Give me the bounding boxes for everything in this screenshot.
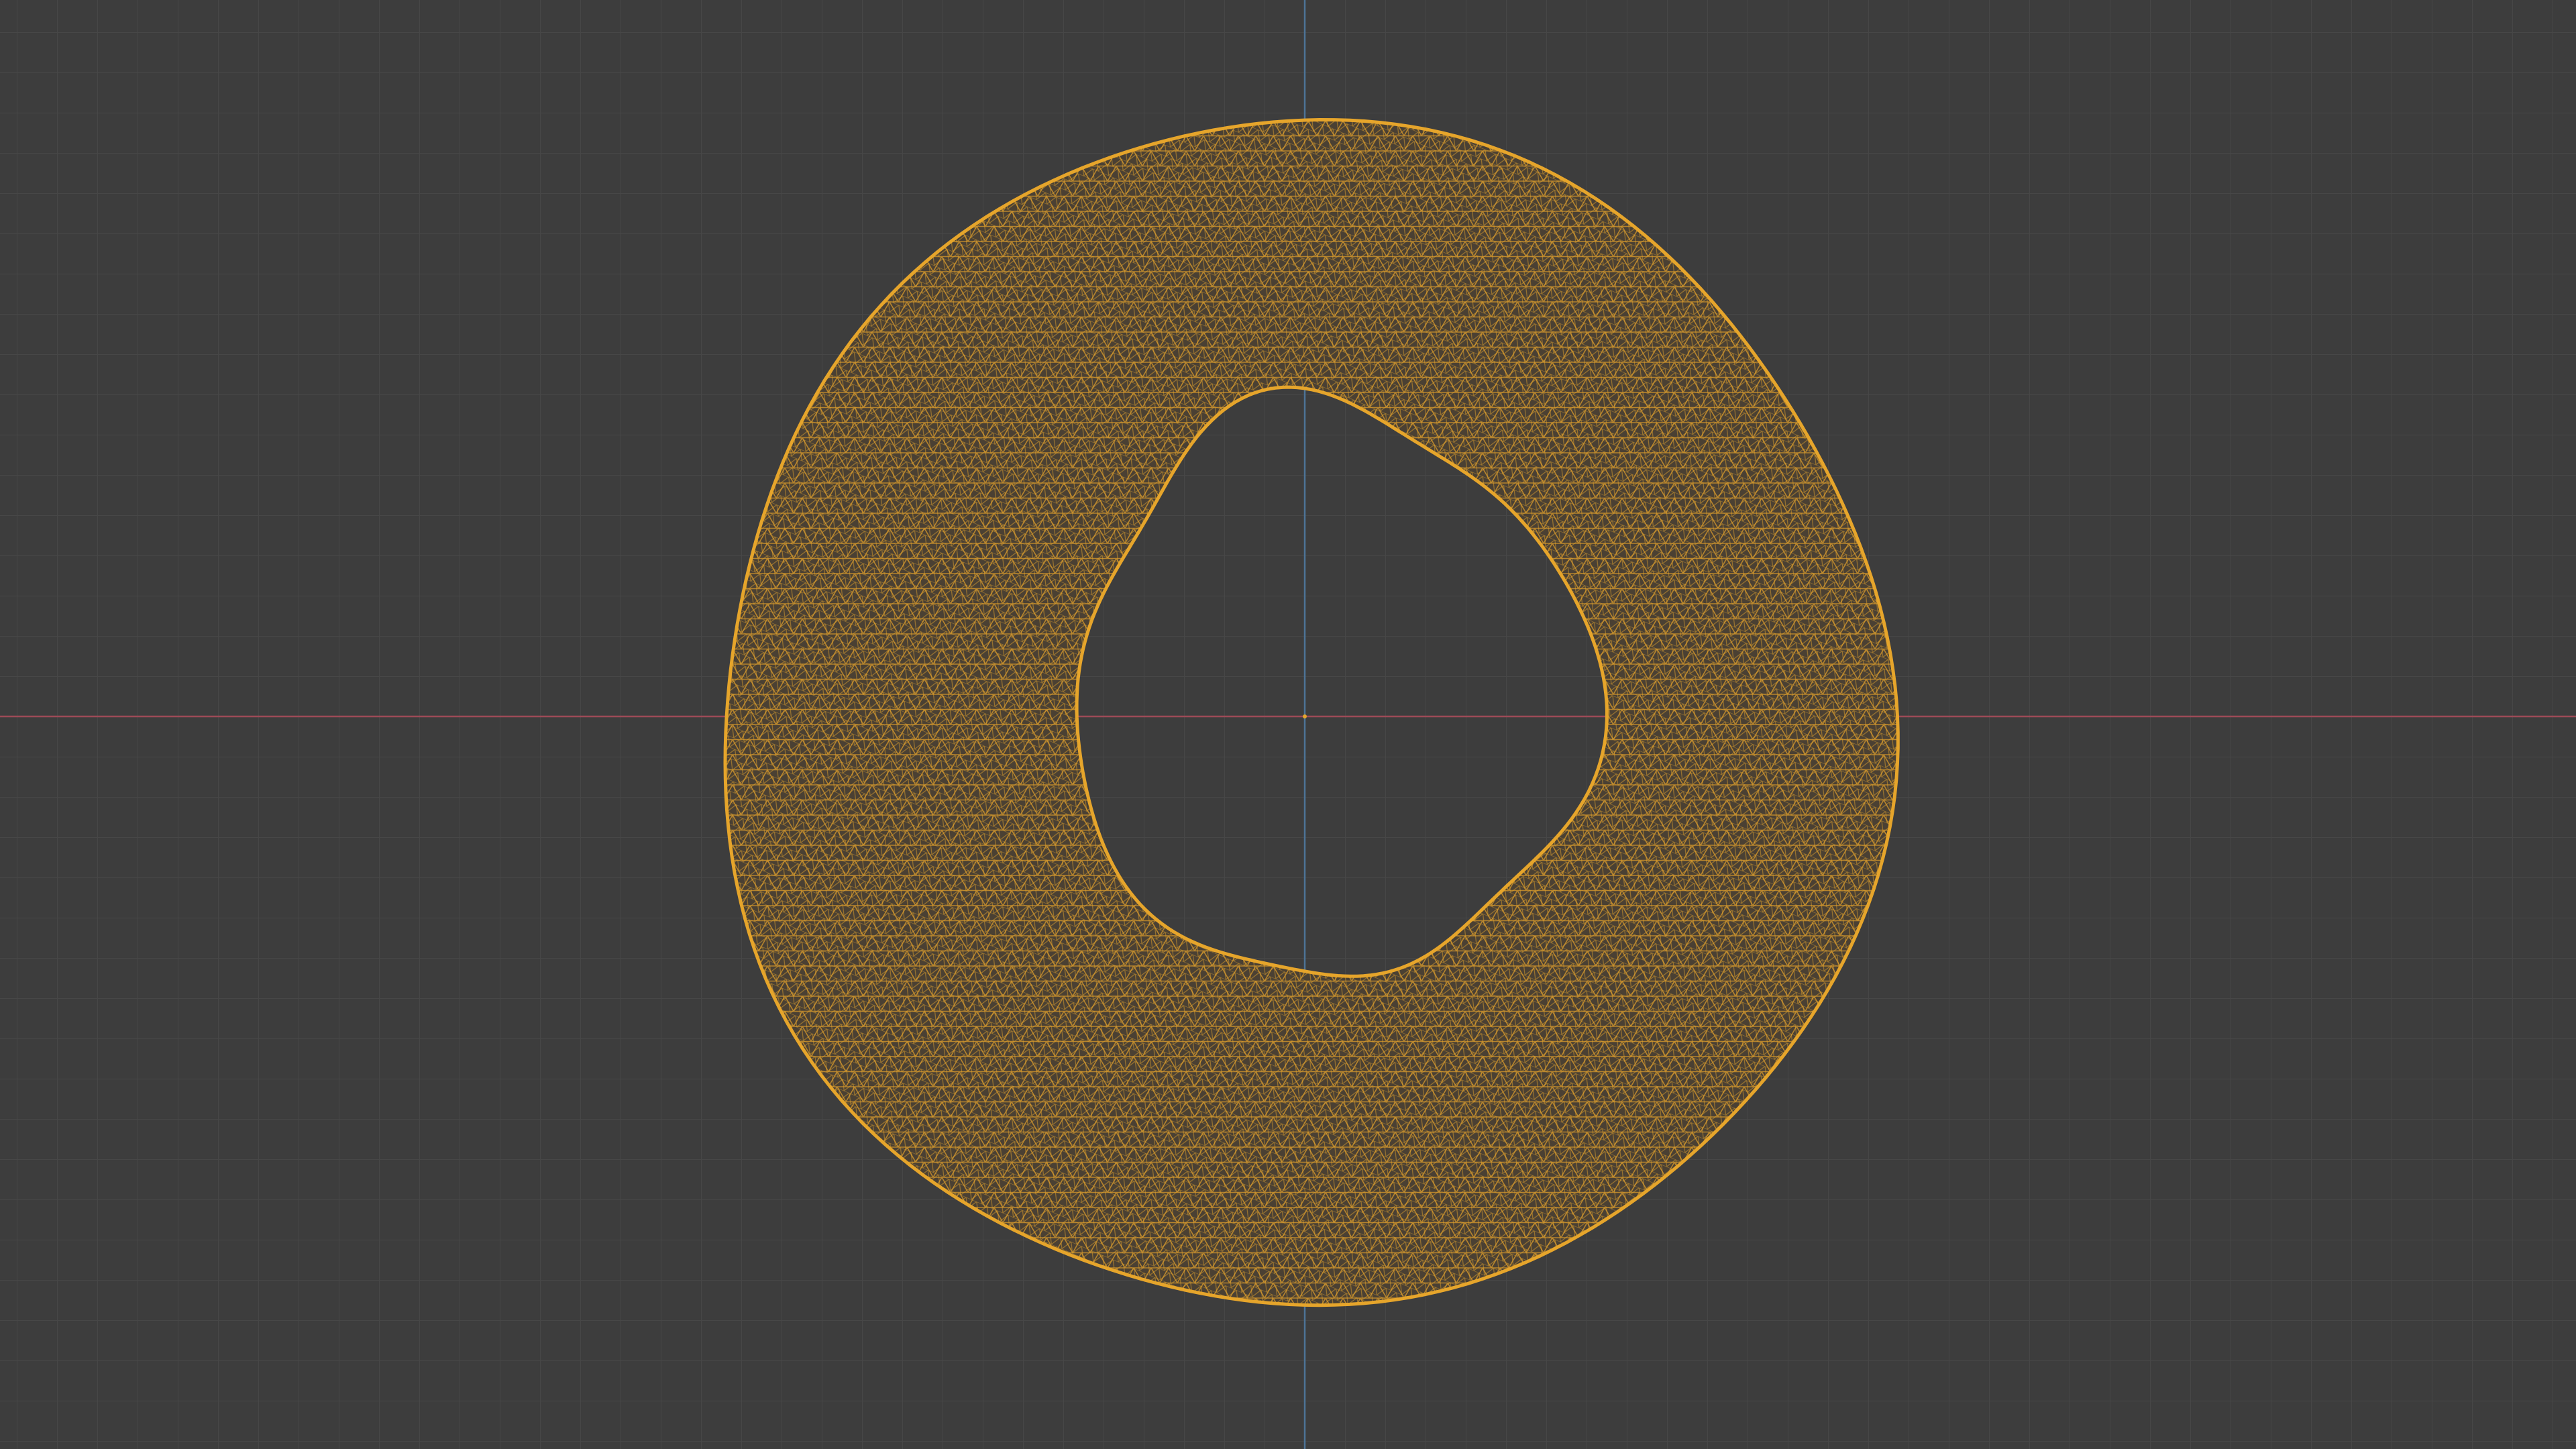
object-origin <box>1303 714 1307 718</box>
viewport-scene[interactable] <box>0 0 2576 1449</box>
torus-mesh-icon[interactable] <box>671 67 1945 1375</box>
3d-viewport[interactable] <box>0 0 2576 1449</box>
